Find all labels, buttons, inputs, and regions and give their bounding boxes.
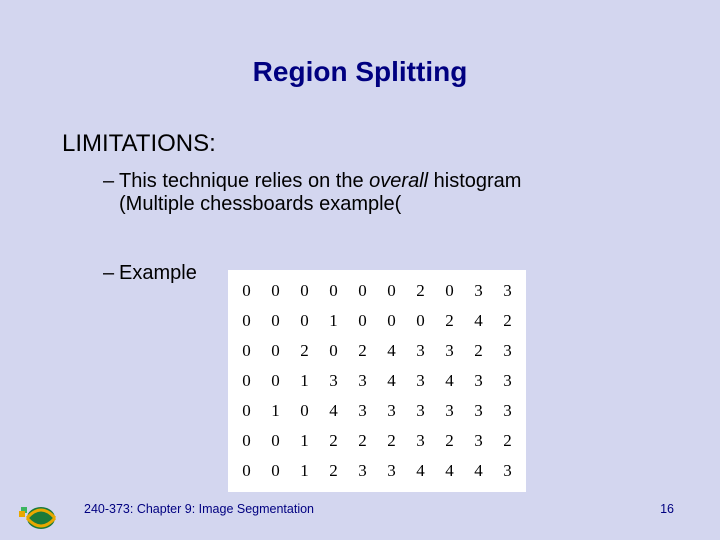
table-row: 0020243323: [232, 336, 522, 366]
table-cell: 2: [493, 306, 522, 336]
table-cell: 3: [348, 396, 377, 426]
table-cell: 3: [406, 336, 435, 366]
table-cell: 2: [348, 426, 377, 456]
limitations-label: LIMITATIONS: [62, 130, 209, 157]
dash-icon: –: [103, 170, 119, 193]
bullet-1-emph: overall: [369, 170, 428, 192]
table-cell: 0: [261, 276, 290, 306]
table-cell: 0: [406, 306, 435, 336]
bullet-item-1: –This technique relies on the overall hi…: [103, 170, 663, 216]
table-cell: 3: [406, 366, 435, 396]
table-cell: 0: [232, 336, 261, 366]
table-cell: 0: [435, 276, 464, 306]
section-heading: LIMITATIONS:: [62, 130, 216, 158]
table-cell: 2: [493, 426, 522, 456]
table-cell: 2: [464, 336, 493, 366]
table-cell: 4: [377, 366, 406, 396]
table-cell: 0: [290, 276, 319, 306]
table-cell: 0: [377, 276, 406, 306]
table-cell: 3: [493, 336, 522, 366]
bullet-item-2: –Example: [103, 262, 197, 285]
table-row: 0012223232: [232, 426, 522, 456]
table-cell: 2: [319, 456, 348, 486]
table-cell: 3: [348, 456, 377, 486]
slide: Region Splitting LIMITATIONS: –This tech…: [0, 0, 720, 540]
table-cell: 4: [464, 456, 493, 486]
slide-title: Region Splitting: [0, 56, 720, 88]
table-cell: 3: [464, 366, 493, 396]
table-cell: 1: [290, 456, 319, 486]
table-cell: 3: [464, 426, 493, 456]
table-cell: 0: [232, 306, 261, 336]
footer-left: 240-373: Chapter 9: Image Segmentation: [84, 502, 314, 516]
table-row: 0012334443: [232, 456, 522, 486]
table-cell: 3: [493, 396, 522, 426]
table-cell: 0: [319, 276, 348, 306]
table-cell: 3: [435, 336, 464, 366]
bullet-1-wrap: (Multiple chessboards example(: [119, 193, 663, 216]
table-cell: 0: [232, 456, 261, 486]
table-cell: 4: [435, 456, 464, 486]
table-cell: 0: [232, 426, 261, 456]
table-cell: 0: [261, 306, 290, 336]
table-cell: 3: [377, 456, 406, 486]
table-cell: 1: [261, 396, 290, 426]
table-cell: 3: [435, 396, 464, 426]
table-cell: 3: [493, 276, 522, 306]
table-cell: 3: [377, 396, 406, 426]
table-cell: 3: [464, 276, 493, 306]
table-cell: 0: [290, 306, 319, 336]
table-row: 0104333333: [232, 396, 522, 426]
table-cell: 3: [406, 396, 435, 426]
table-cell: 0: [232, 366, 261, 396]
table-cell: 3: [319, 366, 348, 396]
table-cell: 3: [406, 426, 435, 456]
table-cell: 1: [290, 366, 319, 396]
slide-number: 16: [660, 502, 674, 516]
table-cell: 0: [261, 366, 290, 396]
table-cell: 0: [319, 336, 348, 366]
bullet-2-text: Example: [119, 262, 197, 284]
table-row: 0013343433: [232, 366, 522, 396]
table-row: 0001000242: [232, 306, 522, 336]
table-cell: 2: [435, 426, 464, 456]
colon: :: [209, 130, 216, 157]
table-cell: 4: [464, 306, 493, 336]
table-cell: 2: [348, 336, 377, 366]
table-cell: 2: [319, 426, 348, 456]
table-cell: 4: [319, 396, 348, 426]
table-cell: 0: [261, 426, 290, 456]
table-cell: 0: [377, 306, 406, 336]
table-cell: 4: [435, 366, 464, 396]
table-cell: 0: [261, 456, 290, 486]
table-cell: 0: [348, 306, 377, 336]
table-cell: 2: [435, 306, 464, 336]
data-matrix: 0000002033000100024200202433230013343433…: [228, 270, 526, 492]
table-cell: 1: [290, 426, 319, 456]
table-cell: 4: [406, 456, 435, 486]
table-cell: 1: [319, 306, 348, 336]
table-cell: 2: [290, 336, 319, 366]
table-row: 0000002033: [232, 276, 522, 306]
bullet-1-pre: This technique relies on the: [119, 170, 369, 192]
table-cell: 0: [290, 396, 319, 426]
table-cell: 3: [493, 366, 522, 396]
table-cell: 0: [232, 396, 261, 426]
table-cell: 3: [348, 366, 377, 396]
table-cell: 3: [464, 396, 493, 426]
bullet-1-post: histogram: [428, 170, 521, 192]
table-cell: 2: [377, 426, 406, 456]
table-cell: 0: [261, 336, 290, 366]
table-cell: 0: [232, 276, 261, 306]
table-cell: 0: [348, 276, 377, 306]
table-cell: 4: [377, 336, 406, 366]
table-cell: 2: [406, 276, 435, 306]
logo-icon: [18, 500, 64, 532]
dash-icon: –: [103, 262, 119, 285]
table-cell: 3: [493, 456, 522, 486]
